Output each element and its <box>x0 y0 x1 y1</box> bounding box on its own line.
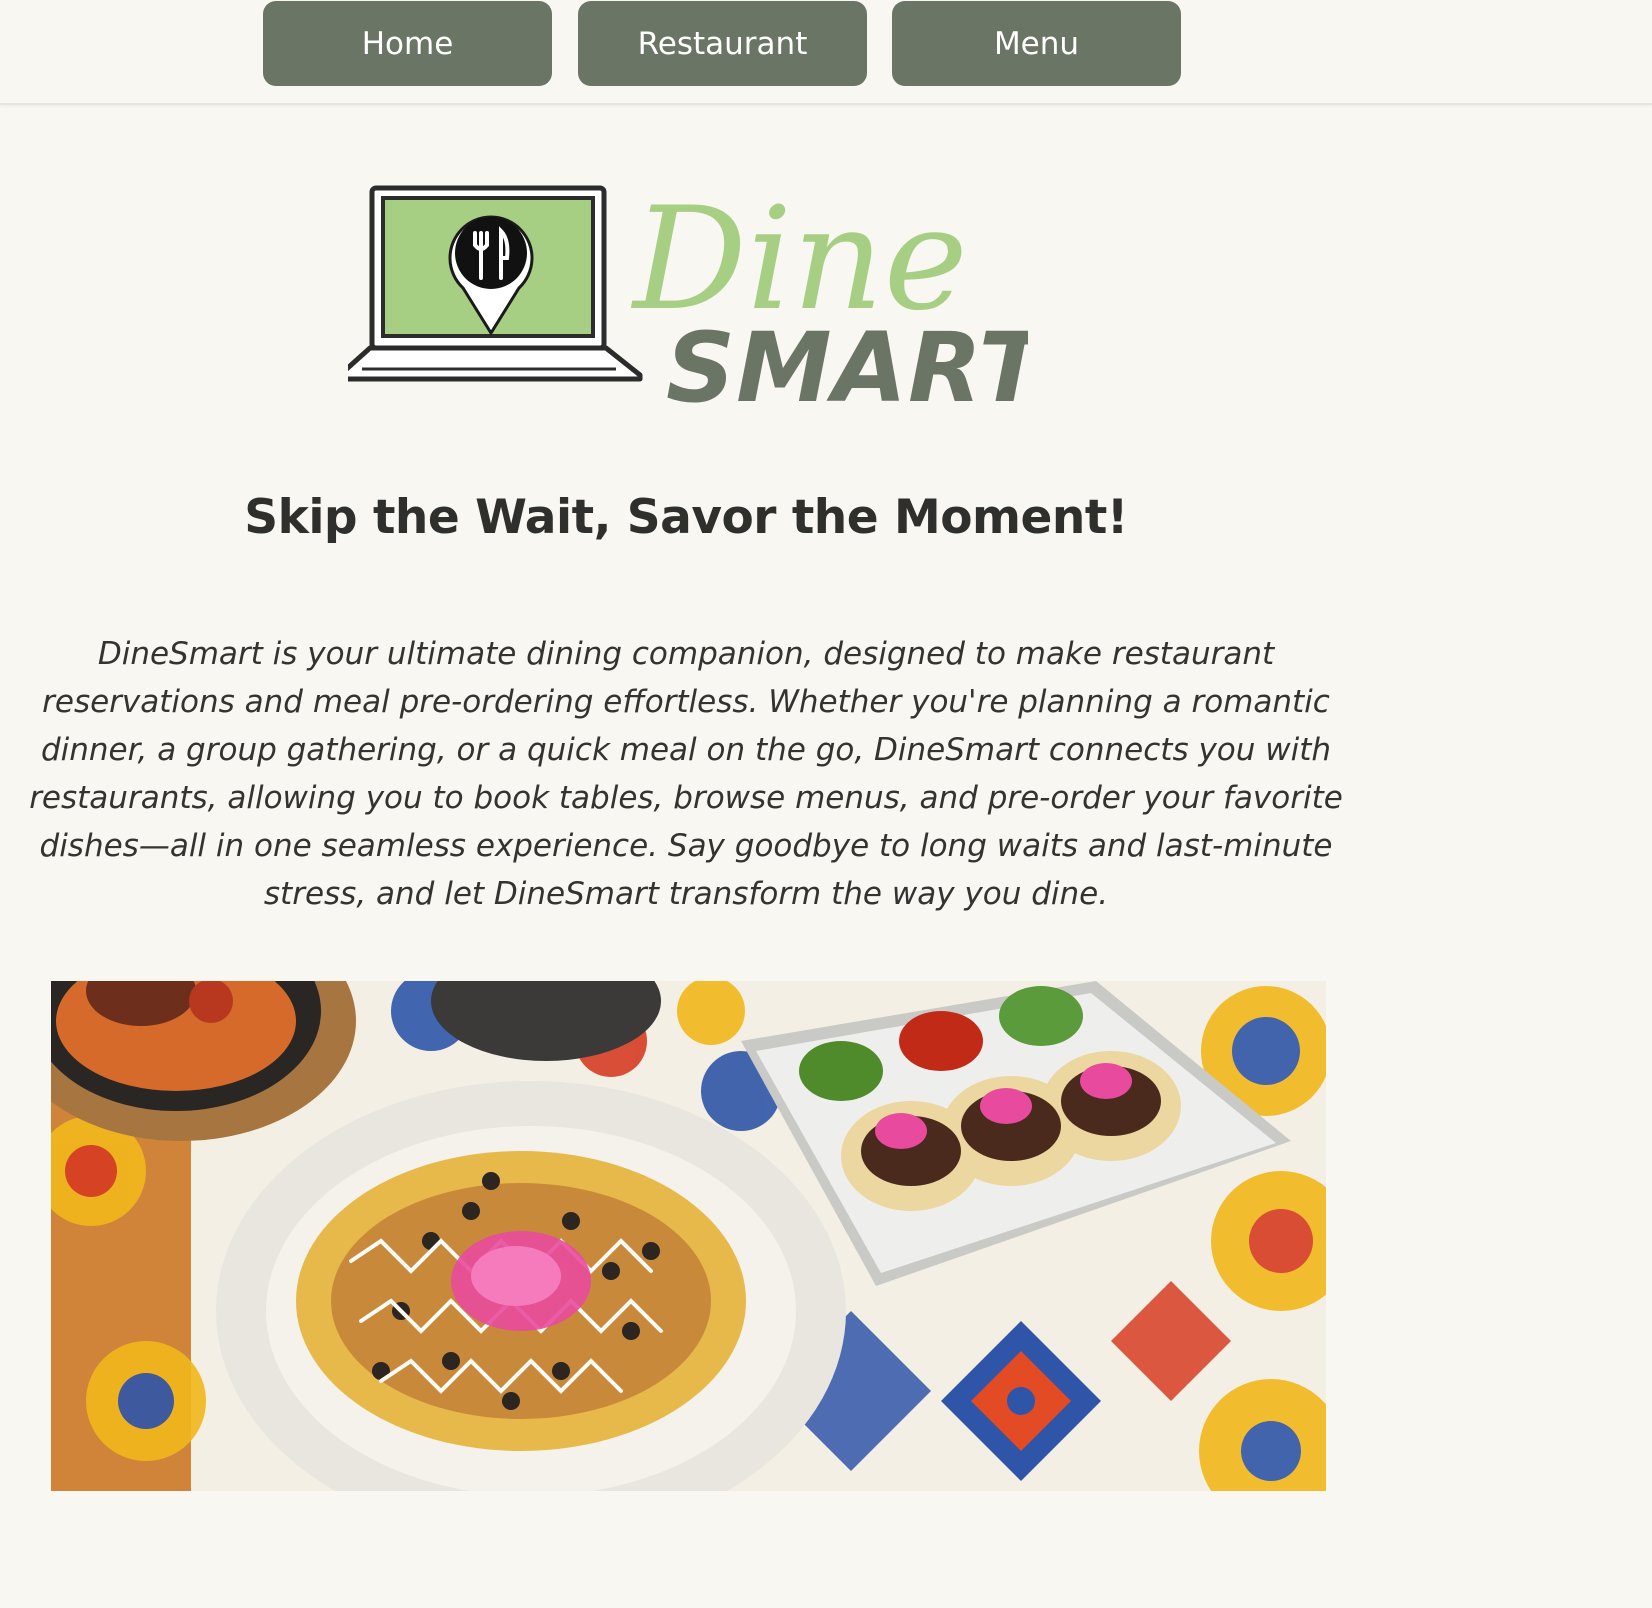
intro-paragraph: DineSmart is your ultimate dining compan… <box>29 636 1343 912</box>
nav-restaurant-button[interactable]: Restaurant <box>578 1 867 86</box>
center-tile <box>931 1311 1111 1491</box>
dinesmart-logo: Dine SMART <box>337 177 1050 424</box>
food-photo-illustration <box>51 981 1326 1491</box>
dinesmart-logo-graphic: Dine SMART <box>337 177 1050 424</box>
hero-food-photo <box>51 981 1326 1491</box>
page-headline: Skip the Wait, Savor the Moment! <box>244 490 1128 545</box>
nav-menu-button[interactable]: Menu <box>892 1 1181 86</box>
nav-home-button[interactable]: Home <box>263 1 552 86</box>
logo-word-smart: SMART <box>666 312 1028 413</box>
top-navigation-bar: Home Restaurant Menu <box>0 0 1652 105</box>
